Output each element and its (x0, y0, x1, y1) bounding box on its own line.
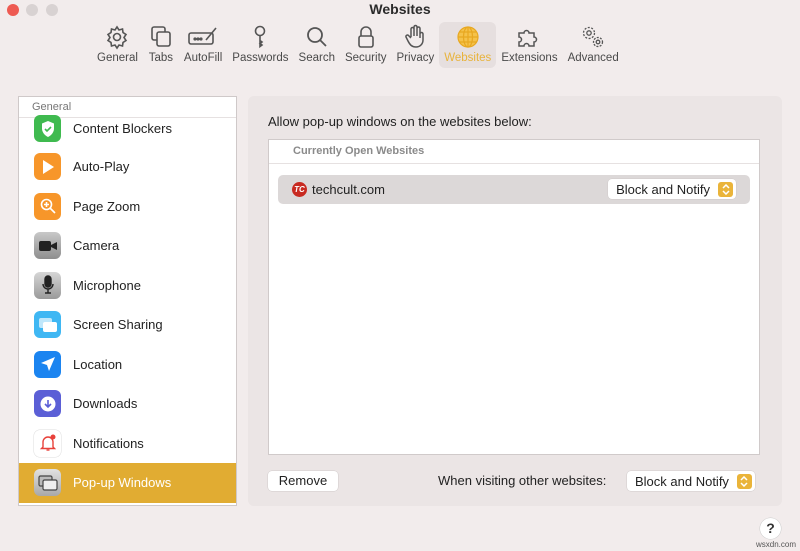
websites-table: Currently Open Websites TC techcult.com … (268, 139, 760, 455)
hand-icon (405, 24, 425, 48)
gears-icon (583, 26, 604, 48)
key-icon (255, 25, 266, 49)
sidebar-item-label: Microphone (73, 277, 141, 293)
screen-sharing-icon (34, 311, 61, 339)
shield-check-icon (34, 115, 61, 142)
table-header: Currently Open Websites (269, 140, 759, 164)
sidebar-item-microphone[interactable]: Microphone (19, 266, 236, 306)
tab-label: Passwords (232, 52, 289, 64)
tab-tabs[interactable]: Tabs (143, 22, 179, 68)
dropdown-value: Block and Notify (635, 473, 729, 489)
tab-general[interactable]: General (92, 22, 143, 68)
watermark: wsxdn.com (755, 540, 796, 549)
tab-label: General (97, 52, 138, 64)
site-setting-dropdown[interactable]: Block and Notify (608, 179, 736, 199)
sidebar-item-auto-play[interactable]: Auto-Play (19, 147, 236, 187)
sidebar-item-label: Pop-up Windows (73, 475, 172, 491)
zoom-icon (34, 192, 61, 220)
sidebar-item-notifications[interactable]: Notifications (19, 424, 236, 464)
panel-description: Allow pop-up windows on the websites bel… (268, 114, 532, 129)
sidebar-item-content-blockers[interactable]: Content Blockers (19, 115, 236, 147)
sidebar-item-label: Downloads (73, 396, 138, 412)
download-icon (34, 390, 61, 418)
preferences-toolbar: General Tabs AutoFill Passwords Search S… (92, 22, 624, 68)
dropdown-value: Block and Notify (616, 181, 710, 197)
tab-autofill[interactable]: AutoFill (179, 22, 227, 68)
search-icon (306, 27, 327, 47)
puzzle-icon (518, 29, 538, 47)
globe-icon (457, 26, 479, 48)
tab-label: Search (298, 52, 335, 64)
other-websites-label: When visiting other websites: (438, 473, 607, 488)
sidebar: General Content Blockers Auto-Play Page … (18, 96, 237, 506)
sidebar-item-location[interactable]: Location (19, 345, 236, 385)
tab-label: Privacy (396, 52, 435, 64)
chevron-up-down-icon (718, 181, 733, 197)
sidebar-item-pop-up-windows[interactable]: Pop-up Windows (19, 463, 236, 503)
sidebar-item-label: Camera (73, 238, 120, 254)
tab-label: AutoFill (183, 52, 223, 64)
help-button[interactable]: ? (760, 518, 781, 539)
camera-icon (34, 232, 61, 260)
popup-windows-icon (34, 469, 61, 497)
sidebar-item-screen-sharing[interactable]: Screen Sharing (19, 305, 236, 345)
tab-label: Tabs (148, 52, 174, 64)
sidebar-item-page-zoom[interactable]: Page Zoom (19, 187, 236, 227)
tab-privacy[interactable]: Privacy (392, 22, 440, 68)
title-bar: Websites (0, 0, 800, 18)
autofill-icon (188, 27, 217, 45)
tabs-icon (151, 26, 171, 47)
tab-label: Security (344, 52, 387, 64)
remove-button[interactable]: Remove (268, 471, 338, 491)
sidebar-item-camera[interactable]: Camera (19, 226, 236, 266)
other-websites-dropdown[interactable]: Block and Notify (627, 471, 755, 491)
sidebar-item-label: Content Blockers (73, 121, 172, 136)
sidebar-item-label: Screen Sharing (73, 317, 163, 333)
tab-extensions[interactable]: Extensions (496, 22, 562, 68)
tab-search[interactable]: Search (294, 22, 340, 68)
window-title: Websites (369, 1, 431, 17)
tab-passwords[interactable]: Passwords (227, 22, 293, 68)
gear-icon (107, 25, 128, 50)
chevron-up-down-icon (736, 473, 752, 489)
sidebar-item-downloads[interactable]: Downloads (19, 384, 236, 424)
tab-label: Extensions (501, 52, 558, 64)
tab-websites[interactable]: Websites (439, 22, 497, 68)
site-favicon: TC (292, 182, 307, 197)
site-name: techcult.com (312, 182, 385, 197)
location-icon (34, 350, 61, 378)
bell-icon (34, 429, 61, 457)
tab-label: Websites (444, 52, 492, 64)
sidebar-item-label: Notifications (73, 435, 144, 451)
sidebar-item-label: Auto-Play (73, 159, 130, 175)
play-icon (34, 153, 61, 181)
tab-label: Advanced (567, 52, 619, 64)
sidebar-item-label: Location (73, 356, 123, 372)
sidebar-item-label: Page Zoom (73, 198, 141, 214)
table-row[interactable]: TC techcult.com Block and Notify (278, 175, 750, 204)
tab-security[interactable]: Security (340, 22, 392, 68)
microphone-icon (34, 271, 61, 299)
lock-icon (357, 26, 374, 48)
tab-advanced[interactable]: Advanced (563, 22, 624, 68)
settings-panel: Allow pop-up windows on the websites bel… (248, 96, 782, 506)
